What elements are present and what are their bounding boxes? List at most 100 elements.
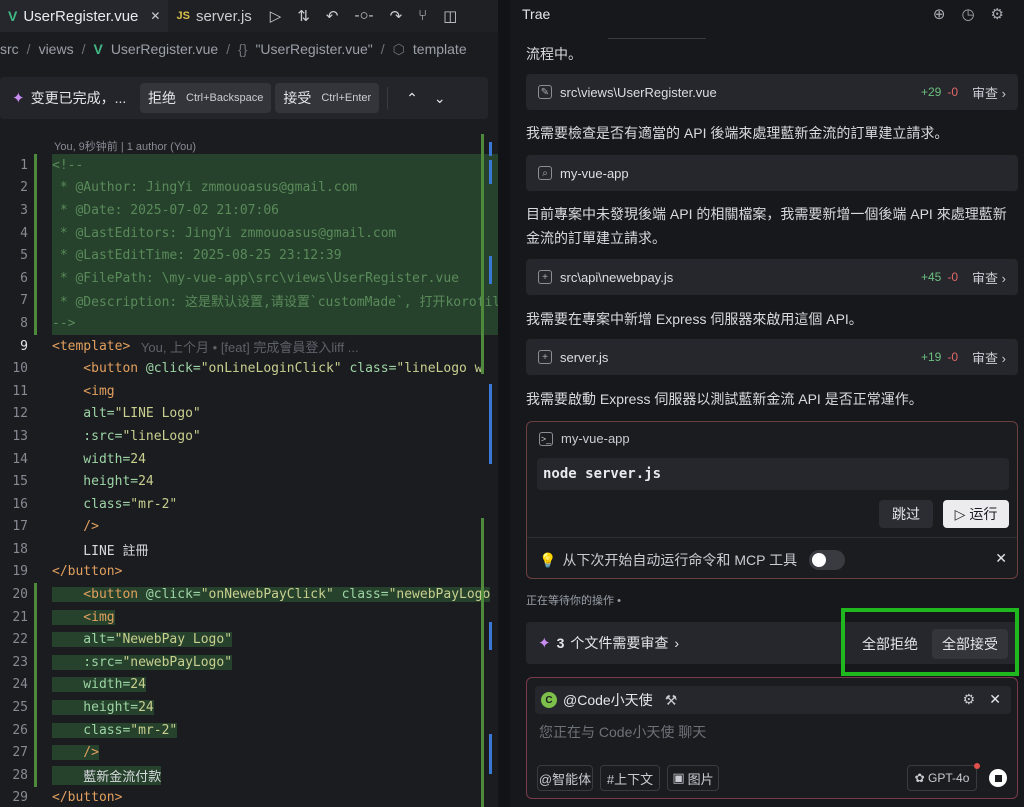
chat-input[interactable]: 您正在与 Code小天使 聊天 bbox=[539, 722, 706, 742]
run-icon[interactable]: ▷ bbox=[270, 7, 282, 25]
code-line[interactable]: 9 <template> You, 上个月 • [feat] 完成會員登入liff… bbox=[0, 335, 498, 358]
skip-button[interactable]: 跳过 bbox=[879, 500, 933, 528]
file-change-card[interactable]: ✎ src\views\UserRegister.vue +29 -0 审查 › bbox=[526, 74, 1018, 110]
breadcrumb-scope[interactable]: "UserRegister.vue" bbox=[255, 41, 372, 57]
code-line[interactable]: 28 藍新金流付款 bbox=[0, 764, 498, 787]
file-change-card[interactable]: + src\api\newebpay.js +45 -0 审查 › bbox=[526, 259, 1018, 295]
code-line[interactable]: 3 * @Date: 2025-07-02 21:07:06 bbox=[0, 199, 498, 222]
history-icon[interactable]: ◷ bbox=[961, 5, 974, 23]
run-button[interactable]: ▷ 运行 bbox=[943, 500, 1009, 528]
code-line[interactable]: 7 * @Description: 这是默认设置,请设置`customMade`… bbox=[0, 289, 498, 313]
code-line[interactable]: 13 :src= "lineLogo" bbox=[0, 425, 498, 448]
code-line[interactable]: 22 alt= "NewebPay Logo" bbox=[0, 628, 498, 652]
code-line[interactable]: 10 <button @click= "onLineLoginClick" cla… bbox=[0, 357, 498, 380]
code-line[interactable]: 14 width= 24 bbox=[0, 448, 498, 471]
js-file-icon: JS bbox=[176, 10, 190, 22]
stop-button[interactable] bbox=[989, 769, 1007, 787]
code-token: alt= bbox=[52, 632, 115, 648]
code-token: "LINE Logo" bbox=[114, 406, 201, 422]
panel-splitter[interactable] bbox=[498, 0, 510, 807]
code-line[interactable]: 17 /> bbox=[0, 516, 498, 539]
auto-run-toggle[interactable] bbox=[809, 550, 846, 570]
line-number: 10 bbox=[12, 361, 28, 377]
accept-shortcut: Ctrl+Enter bbox=[321, 92, 372, 104]
split-icon[interactable]: ◫ bbox=[443, 7, 457, 25]
breadcrumb-views[interactable]: views bbox=[39, 41, 74, 57]
agent-selector[interactable]: C @Code小天使 ⚒ ⚙ ✕ bbox=[535, 686, 1011, 714]
settings-icon[interactable]: ⚙ bbox=[991, 5, 1004, 23]
context-chip[interactable]: #上下文 bbox=[600, 765, 660, 791]
scrollbar-overview[interactable] bbox=[481, 134, 493, 807]
chat-input-box: C @Code小天使 ⚒ ⚙ ✕ 您正在与 Code小天使 聊天 @智能体 #上… bbox=[526, 677, 1018, 799]
history-icon[interactable]: ↶ bbox=[326, 7, 339, 25]
code-token: "newebPayLogo" bbox=[122, 654, 233, 670]
line-number: 29 bbox=[12, 790, 28, 806]
code-line[interactable]: 6 * @FilePath: \my-vue-app\src\views\Use… bbox=[0, 266, 498, 290]
change-gutter bbox=[30, 718, 52, 742]
image-chip[interactable]: ▣ 图片 bbox=[667, 765, 719, 791]
code-line[interactable]: 16 class= "mr-2" bbox=[0, 493, 498, 516]
change-gutter bbox=[30, 605, 52, 629]
compare-icon[interactable]: ⇅ bbox=[297, 7, 310, 25]
change-gutter bbox=[30, 266, 52, 290]
review-link[interactable]: 审查 › bbox=[972, 348, 1006, 367]
new-chat-icon[interactable]: ⊕ bbox=[933, 5, 946, 23]
code-line[interactable]: 27 /> bbox=[0, 741, 498, 765]
change-gutter bbox=[30, 493, 52, 516]
agent-chip[interactable]: @智能体 bbox=[537, 765, 593, 791]
file-change-card[interactable]: + server.js +19 -0 审查 › bbox=[526, 339, 1018, 375]
code-line[interactable]: 4 * @LastEditors: JingYi zmmouoasus@gmai… bbox=[0, 221, 498, 245]
review-link[interactable]: 审查 › bbox=[972, 268, 1006, 287]
terminal-command[interactable]: node server.js bbox=[537, 458, 1009, 490]
pin-icon[interactable]: ⚒ bbox=[665, 692, 678, 709]
close-icon[interactable]: ✕ bbox=[989, 691, 1001, 708]
blame-header[interactable]: You, 9秒钟前 | 1 author (You) bbox=[54, 138, 196, 154]
graph-icon[interactable]: ⑂ bbox=[418, 7, 427, 25]
line-number: 8 bbox=[20, 315, 28, 331]
code-token: class= bbox=[52, 496, 131, 512]
reject-button[interactable]: 拒绝 Ctrl+Backspace bbox=[140, 83, 272, 113]
breadcrumb-node[interactable]: template bbox=[413, 41, 467, 57]
code-line[interactable]: 12 alt= "LINE Logo" bbox=[0, 403, 498, 426]
search-result-card[interactable]: ⌕ my-vue-app bbox=[526, 155, 1018, 191]
close-icon[interactable]: ✕ bbox=[150, 9, 160, 23]
code-line[interactable]: 25 height= 24 bbox=[0, 696, 498, 719]
tab-server-js[interactable]: JS server.js bbox=[168, 0, 259, 32]
breadcrumb-file[interactable]: UserRegister.vue bbox=[111, 41, 218, 57]
settings-icon[interactable]: ⚙ bbox=[962, 691, 975, 708]
code-area[interactable]: 1 <!-- 2 * @Author: JingYi zmmouoasus@gmai… bbox=[0, 154, 498, 807]
code-line[interactable]: 24 width= 24 bbox=[0, 673, 498, 697]
code-line[interactable]: 26 class= "mr-2" bbox=[0, 718, 498, 742]
code-line[interactable]: 15 height= 24 bbox=[0, 470, 498, 493]
chevron-right-icon: / bbox=[380, 41, 385, 57]
code-line[interactable]: 21 <img bbox=[0, 605, 498, 629]
code-line[interactable]: 2 * @Author: JingYi zmmouoasus@gmail.com bbox=[0, 176, 498, 200]
tab-label: server.js bbox=[195, 7, 252, 25]
breadcrumb-src[interactable]: src bbox=[0, 41, 19, 57]
chevron-down-icon[interactable]: ⌄ bbox=[434, 90, 446, 107]
reject-label: 拒绝 bbox=[148, 90, 176, 106]
lines-added: +45 bbox=[921, 270, 942, 284]
code-token: 24 bbox=[130, 451, 146, 467]
code-line[interactable]: 5 * @LastEditTime: 2025-08-25 23:12:39 bbox=[0, 244, 498, 267]
chevron-up-icon[interactable]: ⌃ bbox=[406, 90, 418, 107]
tab-userregister[interactable]: V UserRegister.vue ✕ bbox=[0, 0, 169, 32]
commit-icon[interactable]: -○- bbox=[355, 7, 374, 25]
code-line[interactable]: 18 LINE 註冊 bbox=[0, 538, 498, 561]
model-selector[interactable]: ✿ GPT-4o bbox=[907, 765, 977, 791]
review-link[interactable]: 审查 › bbox=[972, 83, 1006, 102]
code-line[interactable]: 23 :src= "newebPayLogo" bbox=[0, 651, 498, 674]
code-line[interactable]: 19 </button> bbox=[0, 561, 498, 584]
chat-message: 我需要啟動 Express 伺服器以測試藍新金流 API 是否正常運作。 bbox=[526, 391, 923, 407]
sparkle-icon: ✦ bbox=[538, 635, 551, 652]
code-line[interactable]: 1 <!-- bbox=[0, 154, 498, 177]
change-gutter bbox=[30, 673, 52, 697]
code-line[interactable]: 29 </button> bbox=[0, 787, 498, 807]
code-line[interactable]: 8 --> bbox=[0, 312, 498, 335]
code-line[interactable]: 20 <button @click= "onNewebPayClick" clas… bbox=[0, 583, 498, 606]
accept-button[interactable]: 接受 Ctrl+Enter bbox=[275, 83, 380, 113]
tab-actions: ▷ ⇅ ↶ -○- ↷ ⑂ ◫ bbox=[270, 7, 458, 25]
code-line[interactable]: 11 <img bbox=[0, 380, 498, 403]
forward-icon[interactable]: ↷ bbox=[390, 7, 403, 25]
close-icon[interactable]: ✕ bbox=[995, 550, 1007, 567]
